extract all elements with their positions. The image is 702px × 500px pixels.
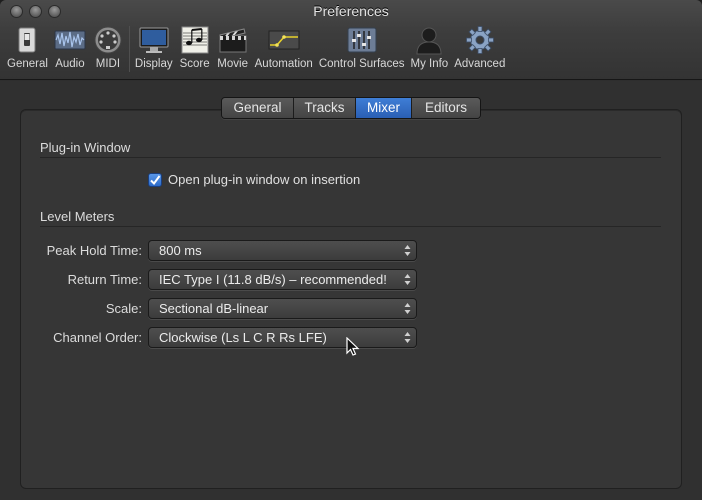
- scale-select[interactable]: Sectional dB-linear: [148, 298, 417, 319]
- return-time-row: Return Time: IEC Type I (11.8 dB/s) – re…: [0, 269, 702, 291]
- general-switch-icon: [11, 24, 43, 56]
- tab-editors[interactable]: Editors: [412, 98, 480, 118]
- preferences-window: Preferences General Audio MIDI Display S…: [0, 0, 702, 500]
- toolbar-separator: [128, 26, 130, 72]
- advanced-gear-icon: [464, 24, 496, 56]
- toolbar-midi[interactable]: MIDI: [89, 24, 127, 76]
- tab-general[interactable]: General: [222, 98, 294, 118]
- return-time-select[interactable]: IEC Type I (11.8 dB/s) – recommended!: [148, 269, 417, 290]
- my-info-person-icon: [413, 24, 445, 56]
- open-plugin-window-option[interactable]: Open plug-in window on insertion: [148, 172, 360, 187]
- level-meters-heading: Level Meters: [40, 209, 115, 224]
- plugin-window-heading: Plug-in Window: [40, 140, 131, 155]
- toolbar-movie[interactable]: Movie: [214, 24, 252, 76]
- peak-hold-time-value: 800 ms: [159, 243, 202, 258]
- open-plugin-window-label: Open plug-in window on insertion: [168, 172, 361, 187]
- scale-value: Sectional dB-linear: [159, 301, 269, 316]
- channel-order-select[interactable]: Clockwise (Ls L C R Rs LFE): [148, 327, 417, 348]
- return-time-label: Return Time:: [67, 272, 142, 287]
- toolbar-advanced[interactable]: Advanced: [451, 24, 508, 76]
- tab-bar: General Tracks Mixer Editors: [221, 97, 481, 119]
- audio-waveform-icon: [54, 24, 86, 56]
- open-plugin-window-checkbox[interactable]: [148, 172, 162, 187]
- toolbar-control-surfaces[interactable]: Control Surfaces: [316, 24, 408, 76]
- section-divider: [40, 157, 661, 158]
- title-bar: Preferences General Audio MIDI Display S…: [0, 0, 702, 80]
- toolbar-my-info[interactable]: My Info: [407, 24, 451, 76]
- checkmark-icon: [150, 174, 161, 185]
- toolbar-general[interactable]: General: [4, 24, 51, 76]
- toolbar-automation[interactable]: Automation: [252, 24, 316, 76]
- scale-row: Scale: Sectional dB-linear: [0, 298, 702, 320]
- automation-curve-icon: [268, 24, 300, 56]
- preferences-toolbar: General Audio MIDI Display Score Movie A…: [4, 24, 508, 76]
- toolbar-display[interactable]: Display: [132, 24, 176, 76]
- peak-hold-time-label: Peak Hold Time:: [46, 243, 142, 258]
- control-surfaces-faders-icon: [346, 24, 378, 56]
- section-divider: [40, 226, 661, 227]
- tab-tracks[interactable]: Tracks: [294, 98, 356, 118]
- midi-connector-icon: [92, 24, 124, 56]
- channel-order-value: Clockwise (Ls L C R Rs LFE): [159, 330, 327, 345]
- return-time-value: IEC Type I (11.8 dB/s) – recommended!: [159, 272, 387, 287]
- updown-arrows-icon: [404, 274, 411, 285]
- toolbar-audio[interactable]: Audio: [51, 24, 89, 76]
- scale-label: Scale:: [105, 301, 142, 316]
- window-title: Preferences: [313, 3, 389, 19]
- updown-arrows-icon: [404, 245, 411, 256]
- updown-arrows-icon: [404, 303, 411, 314]
- peak-hold-time-row: Peak Hold Time: 800 ms: [0, 240, 702, 262]
- display-monitor-icon: [138, 24, 170, 56]
- mouse-pointer-icon: [346, 337, 360, 356]
- tab-mixer[interactable]: Mixer: [356, 98, 412, 118]
- channel-order-label: Channel Order:: [53, 330, 142, 345]
- peak-hold-time-select[interactable]: 800 ms: [148, 240, 417, 261]
- toolbar-score[interactable]: Score: [176, 24, 214, 76]
- movie-clapper-icon: [217, 24, 249, 56]
- score-notes-icon: [179, 24, 211, 56]
- updown-arrows-icon: [404, 332, 411, 343]
